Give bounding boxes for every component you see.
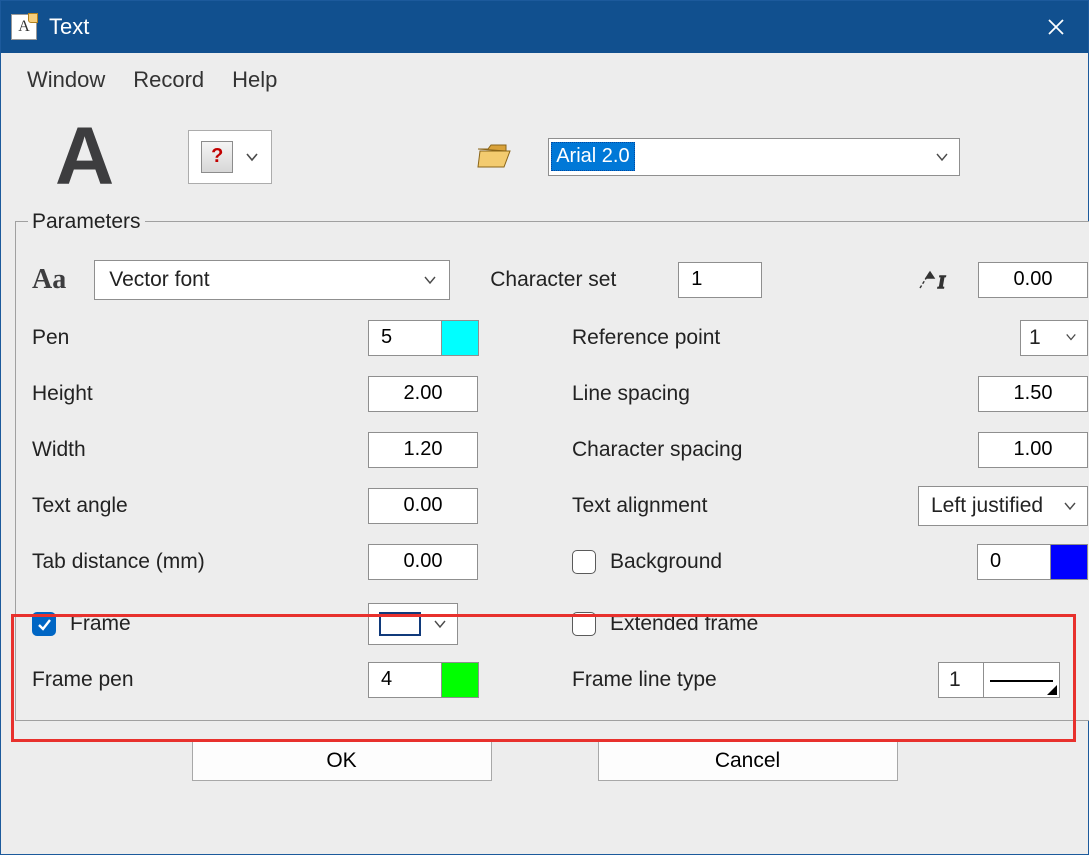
charspacing-input[interactable] <box>978 432 1088 468</box>
window-title: Text <box>49 14 1034 40</box>
top-strip: A ? Arial 2.0 <box>11 116 1078 206</box>
linespacing-label: Line spacing <box>572 382 690 406</box>
background-label: Background <box>610 550 722 574</box>
charset-label: Character set <box>490 268 660 292</box>
charset-input[interactable] <box>678 262 762 298</box>
frame-shape-select[interactable] <box>368 603 458 645</box>
framepen-input[interactable] <box>368 662 442 698</box>
height-input[interactable] <box>368 376 478 412</box>
pen-label: Pen <box>32 326 69 350</box>
unknown-style-icon: ? <box>201 141 233 173</box>
linespacing-input[interactable] <box>978 376 1088 412</box>
client-area: A ? Arial 2.0 <box>1 108 1088 854</box>
width-label: Width <box>32 438 86 462</box>
app-icon: A <box>11 14 37 40</box>
chevron-down-icon <box>1063 499 1077 513</box>
menu-record[interactable]: Record <box>133 67 204 93</box>
dialog-window: A Text Window Record Help A ? <box>0 0 1089 855</box>
letter-a-icon: A <box>55 124 114 190</box>
chevron-down-icon <box>245 150 259 164</box>
framelinetype-select[interactable]: 1 <box>938 662 1060 698</box>
pen-color-swatch[interactable] <box>441 320 479 356</box>
refpoint-label: Reference point <box>572 326 720 350</box>
textalign-label: Text alignment <box>572 494 707 518</box>
font-type-select[interactable]: Vector font <box>94 260 450 300</box>
refpoint-select[interactable]: 1 <box>1020 320 1088 356</box>
pen-input[interactable] <box>368 320 442 356</box>
rectangle-icon <box>379 612 421 636</box>
extended-frame-label: Extended frame <box>610 612 758 636</box>
font-type-value: Vector font <box>109 268 209 292</box>
menubar: Window Record Help <box>1 53 1088 108</box>
textalign-value: Left justified <box>931 494 1043 518</box>
textangle-label: Text angle <box>32 494 128 518</box>
italic-angle-input[interactable] <box>978 262 1088 298</box>
frame-label: Frame <box>70 612 131 636</box>
tabdist-input[interactable] <box>368 544 478 580</box>
font-profile-value: Arial 2.0 <box>551 142 634 171</box>
font-profile-select[interactable]: Arial 2.0 <box>548 138 960 176</box>
charspacing-label: Character spacing <box>572 438 742 462</box>
chevron-down-icon <box>433 617 447 631</box>
chevron-down-icon <box>935 150 949 164</box>
aa-icon: Aa <box>32 264 66 296</box>
dialog-buttons: OK Cancel <box>11 731 1078 787</box>
frame-checkbox[interactable] <box>32 612 56 636</box>
height-label: Height <box>32 382 93 406</box>
cancel-button[interactable]: Cancel <box>598 741 898 781</box>
chevron-down-icon <box>1065 331 1079 345</box>
menu-window[interactable]: Window <box>27 67 105 93</box>
parameters-legend: Parameters <box>28 210 145 234</box>
tabdist-label: Tab distance (mm) <box>32 550 205 574</box>
svg-text:I: I <box>937 272 946 292</box>
extended-frame-checkbox[interactable] <box>572 612 596 636</box>
chevron-down-icon <box>423 273 437 287</box>
background-checkbox[interactable] <box>572 550 596 574</box>
textangle-input[interactable] <box>368 488 478 524</box>
textalign-select[interactable]: Left justified <box>918 486 1088 526</box>
background-color-swatch[interactable] <box>1050 544 1088 580</box>
framelinetype-label: Frame line type <box>572 668 717 692</box>
width-input[interactable] <box>368 432 478 468</box>
text-style-dropdown[interactable]: ? <box>188 130 272 184</box>
linetype-preview-icon <box>983 663 1059 697</box>
ok-button[interactable]: OK <box>192 741 492 781</box>
refpoint-value: 1 <box>1029 326 1041 350</box>
italic-angle-icon: I <box>916 266 960 294</box>
parameters-group: Parameters Aa Vector font Character set <box>15 210 1089 721</box>
framepen-color-swatch[interactable] <box>441 662 479 698</box>
close-button[interactable] <box>1034 5 1078 49</box>
menu-help[interactable]: Help <box>232 67 277 93</box>
parameters-wrap: Parameters Aa Vector font Character set <box>11 206 1078 731</box>
framelinetype-value: 1 <box>939 668 983 692</box>
background-pen-input[interactable] <box>977 544 1051 580</box>
framepen-label: Frame pen <box>32 668 134 692</box>
open-folder-button[interactable] <box>476 143 512 171</box>
titlebar: A Text <box>1 1 1088 53</box>
